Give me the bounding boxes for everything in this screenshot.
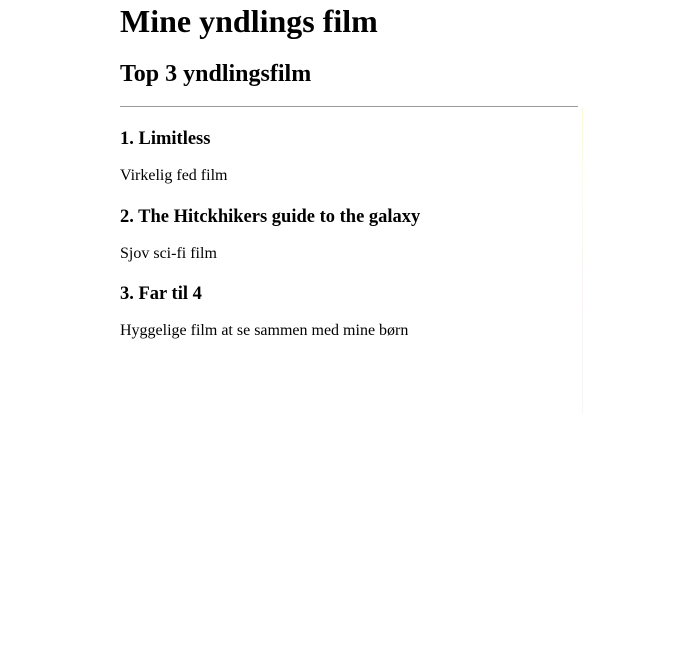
movie-description: Sjov sci-fi film	[120, 245, 217, 262]
movie-description: Virkelig fed film	[120, 167, 228, 184]
movie-item: 2. The Hitckhikers guide to the galaxy S…	[120, 206, 578, 262]
movie-item: 1. Limitless Virkelig fed film	[120, 128, 578, 184]
section-title: Top 3 yndlingsfilm	[120, 61, 312, 87]
movie-title: 2. The Hitckhikers guide to the galaxy	[120, 207, 421, 227]
movie-item: 3. Far til 4 Hyggelige film at se sammen…	[120, 283, 578, 339]
page-title: Mine yndlings film	[120, 3, 378, 39]
movie-title: 1. Limitless	[120, 129, 211, 149]
column-edge-line	[582, 108, 583, 414]
divider	[120, 106, 578, 107]
movie-description: Hyggelige film at se sammen med mine bør…	[120, 322, 409, 339]
page: Mine yndlings film Top 3 yndlingsfilm 1.…	[0, 0, 696, 669]
movie-title: 3. Far til 4	[120, 284, 202, 304]
